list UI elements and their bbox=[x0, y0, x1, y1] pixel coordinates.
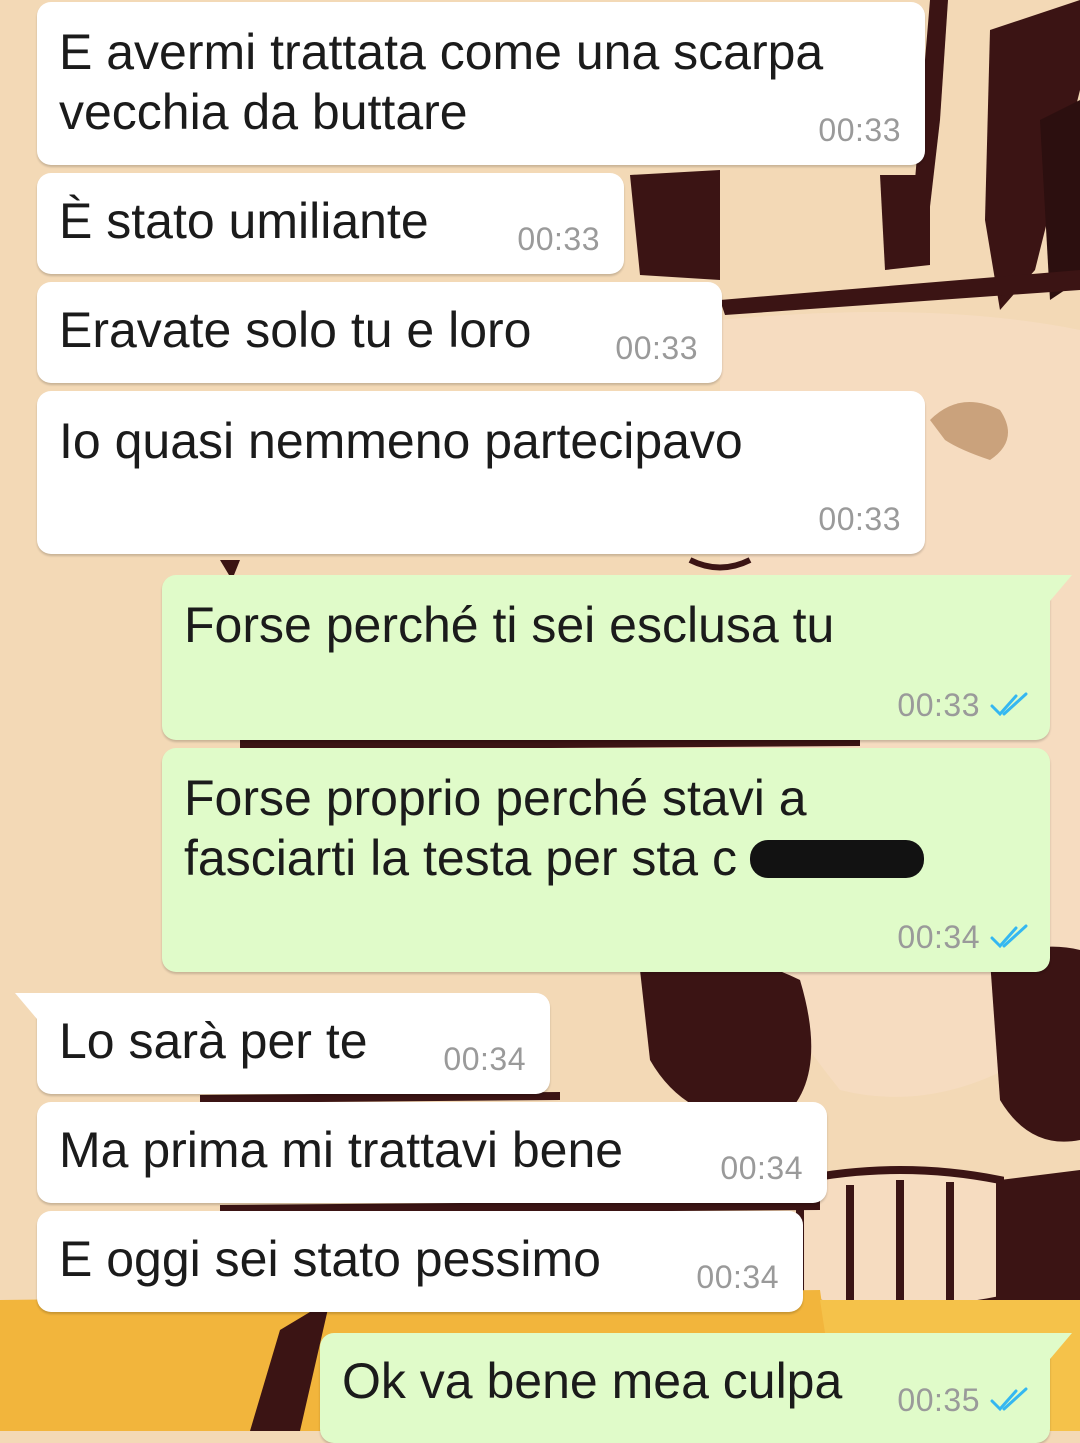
message-bubble-incoming[interactable]: È stato umiliante 00:33 bbox=[37, 173, 624, 274]
message-bubble-incoming[interactable]: Lo sarà per te 00:34 bbox=[15, 993, 550, 1094]
message-bubble-outgoing[interactable]: Forse perché ti sei esclusa tu 00:33 bbox=[162, 575, 1072, 740]
message-bubble-incoming[interactable]: E oggi sei stato pessimo 00:34 bbox=[37, 1211, 803, 1312]
bubble-tail bbox=[15, 993, 45, 1019]
message-text: Lo sarà per te bbox=[59, 1013, 368, 1069]
double-check-icon bbox=[990, 692, 1028, 717]
redaction-mark bbox=[750, 840, 924, 878]
message-timestamp: 00:34 bbox=[696, 1259, 779, 1295]
message-bubble-incoming[interactable]: Io quasi nemmeno partecipavo 00:33 bbox=[37, 391, 925, 554]
message-timestamp: 00:34 bbox=[443, 1041, 526, 1077]
message-text: Forse proprio perché stavi a fasciarti l… bbox=[184, 770, 807, 886]
message-bubble-outgoing[interactable]: Forse proprio perché stavi a fasciarti l… bbox=[162, 748, 1050, 972]
message-text: Eravate solo tu e loro bbox=[59, 302, 532, 358]
message-timestamp: 00:33 bbox=[615, 330, 698, 366]
message-bubble-incoming[interactable]: Ma prima mi trattavi bene 00:34 bbox=[37, 1102, 827, 1203]
bubble-tail bbox=[1042, 575, 1072, 601]
message-text: Ma prima mi trattavi bene bbox=[59, 1122, 624, 1178]
bubble-tail bbox=[1042, 1333, 1072, 1359]
message-bubble-outgoing[interactable]: Ok va bene mea culpa 00:35 bbox=[320, 1333, 1072, 1443]
double-check-icon bbox=[990, 1387, 1028, 1412]
message-text: E oggi sei stato pessimo bbox=[59, 1231, 601, 1287]
message-timestamp: 00:33 bbox=[517, 221, 600, 257]
message-timestamp: 00:34 bbox=[720, 1150, 803, 1186]
message-text: È stato umiliante bbox=[59, 193, 429, 249]
message-text: E avermi trattata come una scarpa vecchi… bbox=[59, 24, 824, 140]
chat-message-list[interactable]: E avermi trattata come una scarpa vecchi… bbox=[0, 0, 1080, 1443]
message-timestamp: 00:33 bbox=[818, 501, 901, 537]
message-timestamp: 00:33 bbox=[897, 687, 980, 723]
message-text: Io quasi nemmeno partecipavo bbox=[59, 413, 743, 469]
double-check-icon bbox=[990, 924, 1028, 949]
message-timestamp: 00:35 bbox=[897, 1382, 980, 1418]
message-text: Forse perché ti sei esclusa tu bbox=[184, 597, 835, 653]
message-timestamp: 00:33 bbox=[818, 112, 901, 148]
message-text: Ok va bene mea culpa bbox=[342, 1353, 843, 1409]
message-timestamp: 00:34 bbox=[897, 919, 980, 955]
message-bubble-incoming[interactable]: Eravate solo tu e loro 00:33 bbox=[37, 282, 722, 383]
message-bubble-incoming[interactable]: E avermi trattata come una scarpa vecchi… bbox=[37, 2, 925, 165]
